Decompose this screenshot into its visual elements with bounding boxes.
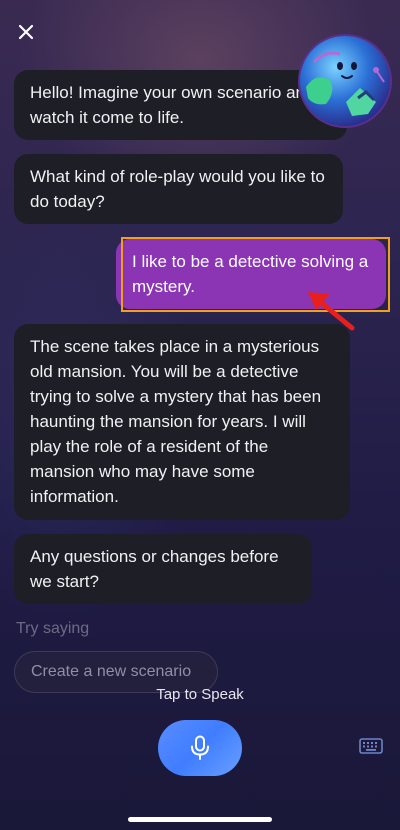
globe-mascot-avatar xyxy=(298,34,392,128)
home-indicator[interactable] xyxy=(128,817,272,822)
suggestion-chip-label: Create a new scenario xyxy=(31,663,192,680)
close-button[interactable] xyxy=(14,20,38,44)
assistant-message: Any questions or changes before we start… xyxy=(14,534,312,604)
keyboard-icon[interactable] xyxy=(359,738,383,754)
close-icon xyxy=(18,24,34,40)
message-text: Hello! Imagine your own scenario and wat… xyxy=(30,83,315,127)
microphone-icon xyxy=(191,735,209,760)
assistant-message: The scene takes place in a mysterious ol… xyxy=(14,324,350,520)
tap-to-speak-label: Tap to Speak xyxy=(156,686,244,703)
assistant-message: What kind of role-play would you like to… xyxy=(14,154,343,224)
suggestions-label: Try saying xyxy=(16,620,90,637)
message-text: Any questions or changes before we start… xyxy=(30,547,279,591)
message-text: The scene takes place in a mysterious ol… xyxy=(30,337,322,506)
message-text: What kind of role-play would you like to… xyxy=(30,167,325,211)
microphone-button[interactable] xyxy=(158,720,242,776)
